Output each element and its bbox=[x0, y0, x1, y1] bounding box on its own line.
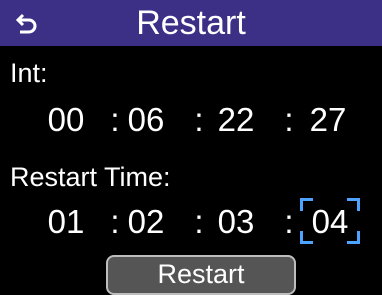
header-bar: Restart bbox=[0, 0, 382, 46]
int-colon-3: : bbox=[284, 101, 294, 138]
restart-button[interactable]: Restart bbox=[106, 255, 296, 295]
restart-minutes[interactable]: 02 bbox=[120, 200, 172, 244]
page-title: Restart bbox=[136, 4, 246, 42]
int-timecode: 00 : 06 : 22 : 27 bbox=[0, 98, 382, 142]
restart-hours[interactable]: 01 bbox=[40, 200, 92, 244]
restart-timecode: 01 : 02 : 03 : 04 bbox=[0, 198, 382, 244]
restart-seconds[interactable]: 03 bbox=[210, 200, 262, 244]
int-frames: 27 bbox=[309, 101, 347, 138]
int-seconds: 22 bbox=[217, 101, 255, 138]
restart-colon-3: : bbox=[284, 203, 294, 240]
int-minutes: 06 bbox=[127, 101, 165, 138]
restart-time-label: Restart Time: bbox=[10, 162, 171, 192]
int-colon-2: : bbox=[194, 101, 204, 138]
restart-frames-selected[interactable]: 04 bbox=[304, 200, 356, 244]
int-hours: 00 bbox=[47, 101, 85, 138]
restart-colon-2: : bbox=[194, 203, 204, 240]
int-label: Int: bbox=[10, 58, 48, 88]
